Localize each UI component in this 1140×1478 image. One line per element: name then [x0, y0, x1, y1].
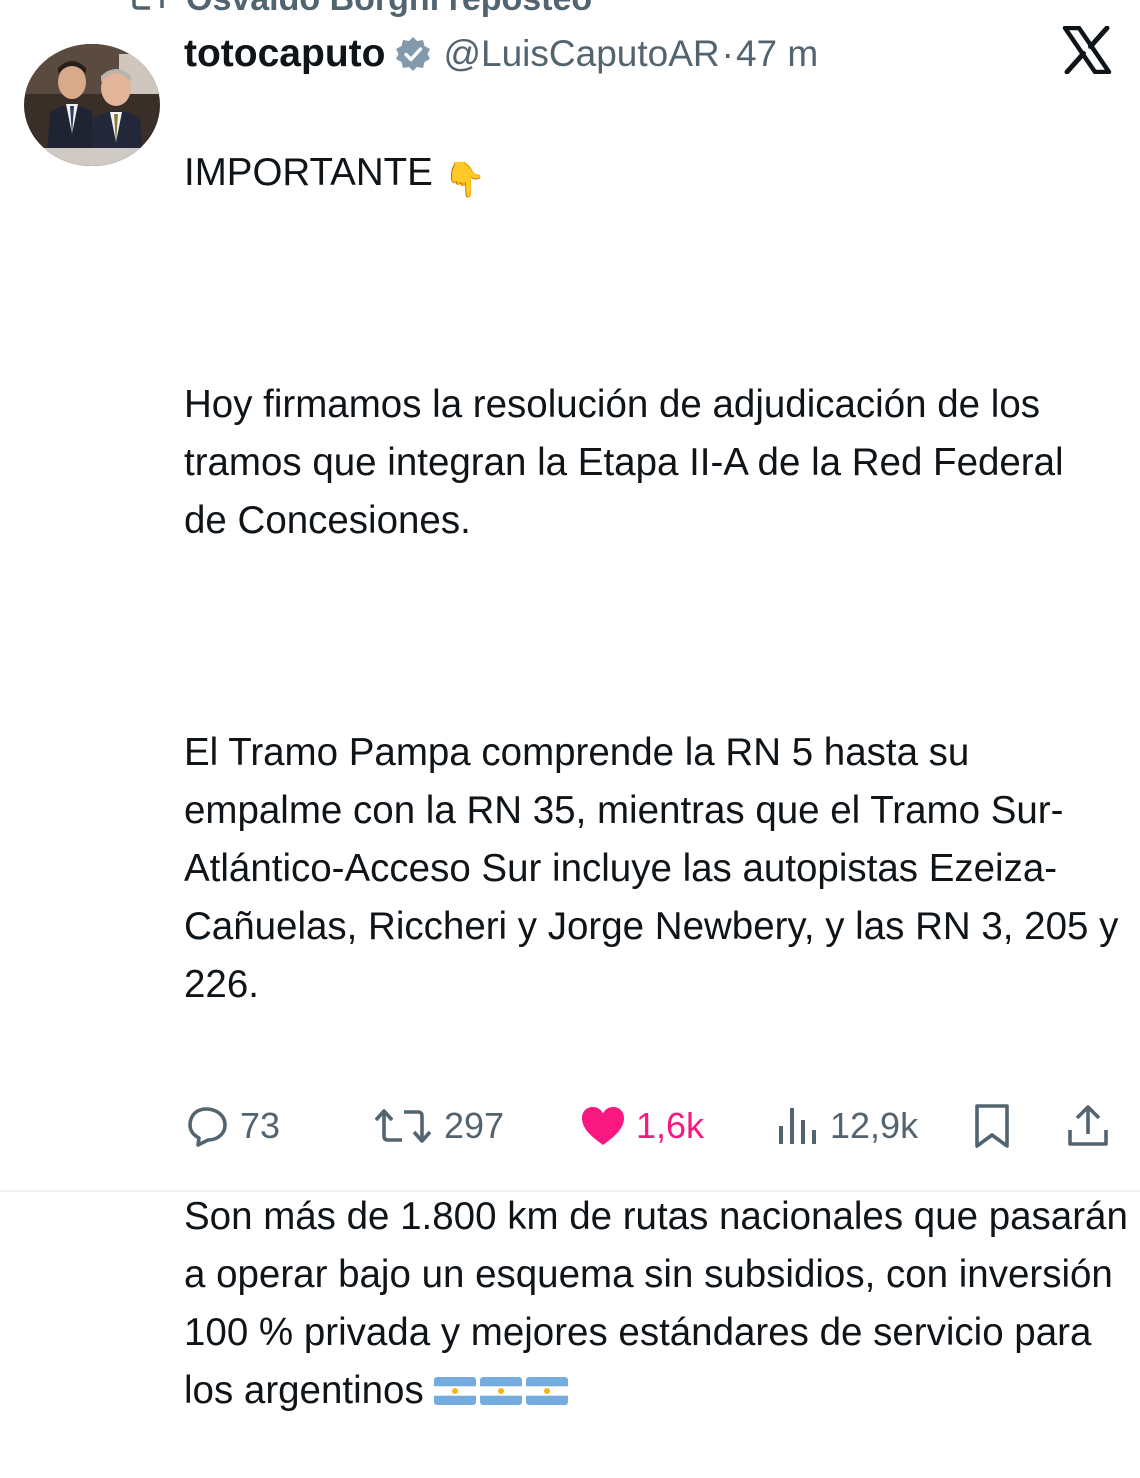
argentina-flag-icon [434, 1377, 477, 1405]
like-button[interactable]: 1,6k [580, 1096, 704, 1156]
like-count: 1,6k [636, 1105, 705, 1146]
tweet-actions: 73 297 1,6k 12,9k [0, 1096, 1140, 1156]
paragraph-3: Son más de 1.800 km de rutas nacionales … [184, 1188, 1129, 1420]
share-icon [1068, 1105, 1108, 1146]
views-button[interactable]: 12,9k [776, 1096, 918, 1156]
argentina-flag-icon [480, 1377, 523, 1405]
tweet-body: IMPORTANTE 👇 Hoy firmamos la resolución … [184, 86, 1129, 1478]
headline-text: IMPORTANTE [184, 151, 433, 194]
repost-icon [132, 0, 164, 10]
paragraph-3-text: Son más de 1.800 km de rutas nacionales … [184, 1195, 1128, 1412]
reply-count: 73 [240, 1105, 281, 1146]
reply-button[interactable]: 73 [186, 1096, 280, 1156]
repost-attribution-text: Osvaldo Borghi reposteó [186, 0, 592, 19]
argentina-flags [434, 1369, 572, 1412]
views-icon [779, 1108, 816, 1144]
argentina-flag-icon [526, 1377, 569, 1405]
reply-icon [188, 1107, 227, 1147]
pointing-down-emoji: 👇 [443, 161, 486, 199]
bookmark-button[interactable] [970, 1096, 1014, 1156]
repost-icon [374, 1109, 432, 1143]
repost-count: 297 [444, 1105, 505, 1146]
tweet-headline: IMPORTANTE 👇 [184, 144, 1129, 202]
avatar[interactable] [24, 44, 160, 166]
tweet-timestamp[interactable]: 47 m [736, 33, 818, 75]
share-button[interactable] [1066, 1096, 1110, 1156]
author-handle[interactable]: @LuisCaputoAR [443, 33, 719, 75]
repost-attribution[interactable]: Osvaldo Borghi reposteó [0, 0, 1140, 18]
views-count: 12,9k [830, 1105, 919, 1146]
x-logo-icon[interactable] [1062, 26, 1112, 74]
divider [0, 1190, 1140, 1192]
heart-icon [582, 1107, 624, 1145]
bookmark-icon [975, 1104, 1009, 1148]
author-name[interactable]: totocaputo [184, 32, 385, 76]
repost-button[interactable]: 297 [372, 1096, 504, 1156]
paragraph-1: Hoy firmamos la resolución de adjudicaci… [184, 383, 1064, 542]
tweet-header: totocaputo @LuisCaputoAR · 47 m [184, 26, 818, 82]
avatar-photo [24, 44, 160, 166]
verified-badge-icon[interactable] [395, 36, 431, 72]
meta-separator: · [721, 33, 734, 74]
paragraph-2: El Tramo Pampa comprende la RN 5 hasta s… [184, 731, 1119, 1006]
